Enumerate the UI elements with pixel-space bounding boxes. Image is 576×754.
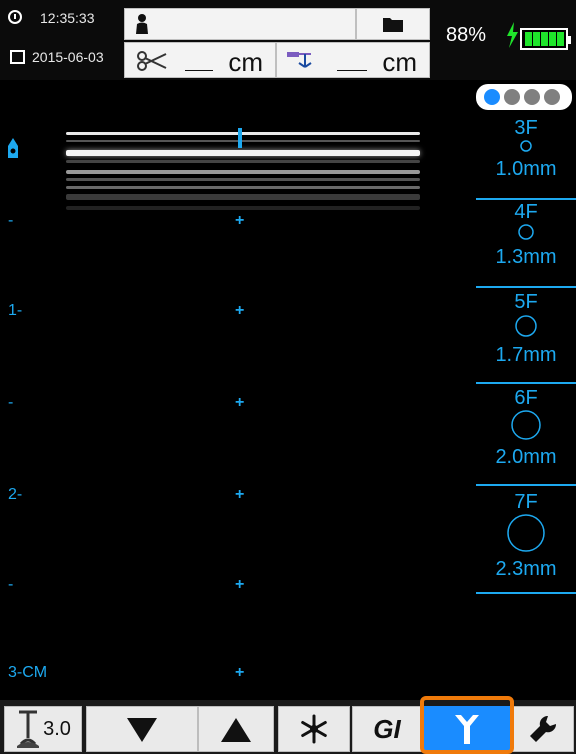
folder-button[interactable]: [356, 8, 430, 40]
center-marker: +: [235, 664, 245, 681]
gauge-size: 3F: [514, 117, 538, 139]
gauge-item-7f[interactable]: 7F 2.3mm: [476, 492, 576, 596]
battery-percent: 88%: [446, 24, 487, 46]
triangle-down-icon: [127, 718, 157, 742]
page-dot-active: [484, 89, 500, 105]
status-bar: 12:35:33 2015-06-03 cm cm 88%: [0, 0, 576, 80]
depth-tick: -: [8, 576, 14, 593]
focus-marker-icon[interactable]: [6, 138, 20, 160]
measure-depth-field[interactable]: cm: [276, 42, 430, 78]
center-marker: +: [235, 394, 245, 411]
gauge-item-6f[interactable]: 6F 2.0mm: [476, 388, 576, 488]
gauge-size: 4F: [514, 201, 538, 223]
scissors-icon: [137, 51, 167, 71]
ultrasound-image[interactable]: [0, 80, 470, 700]
gauge-diameter: 1.7mm: [495, 344, 557, 366]
gauge-diameter: 1.0mm: [495, 158, 557, 180]
page-dot: [544, 89, 560, 105]
depth-tick: -: [8, 394, 14, 411]
date-display: 2015-06-03: [32, 49, 104, 65]
triangle-up-icon: [221, 718, 251, 742]
frequency-button[interactable]: 3.0: [4, 706, 82, 752]
charging-icon: [507, 22, 518, 48]
gauge-size: 5F: [514, 291, 538, 313]
gauge-size: 7F: [514, 491, 538, 513]
circle-icon: [511, 410, 541, 440]
time-display: 12:35:33: [40, 10, 95, 26]
snowflake-icon: [301, 714, 327, 744]
patient-button[interactable]: [124, 8, 356, 40]
measure-distance-field[interactable]: cm: [124, 42, 276, 78]
circle-icon: [515, 315, 537, 337]
folder-icon: [383, 18, 403, 32]
gauge-diameter: 2.3mm: [495, 558, 557, 580]
settings-button[interactable]: [512, 706, 574, 752]
gi-mode-button[interactable]: GI: [352, 706, 422, 752]
gi-label: GI: [373, 713, 401, 744]
depth-label: 1-: [8, 302, 23, 319]
gauge-item-5f[interactable]: 5F 1.7mm: [476, 292, 576, 386]
unit-label: cm: [382, 47, 417, 77]
freeze-button[interactable]: [278, 706, 350, 752]
depth-tick: -: [8, 212, 14, 229]
calendar-icon: [10, 50, 25, 64]
circle-icon: [507, 514, 545, 552]
center-marker: +: [235, 486, 245, 503]
probe-icon: [17, 710, 40, 748]
center-line-marker: [238, 128, 242, 148]
depth-label: 2-: [8, 486, 23, 503]
gauge-diameter: 1.3mm: [495, 246, 557, 268]
wrench-icon: [530, 715, 557, 742]
needle-insert-icon: [287, 52, 312, 68]
circle-icon: [520, 140, 532, 152]
gauge-item-4f[interactable]: 4F 1.3mm: [476, 202, 576, 290]
clock-icon: [8, 10, 22, 24]
gauge-diameter: 2.0mm: [495, 446, 557, 468]
center-marker: +: [235, 302, 245, 319]
page-dot: [524, 89, 540, 105]
page-dot: [504, 89, 520, 105]
center-marker: +: [235, 576, 245, 593]
depth-down-button[interactable]: [86, 706, 198, 752]
patient-icon: [136, 14, 148, 34]
frequency-value: 3.0: [43, 717, 71, 740]
gauge-item-3f[interactable]: 3F 1.0mm: [476, 118, 576, 202]
gauge-size: 6F: [514, 387, 538, 409]
center-marker: +: [235, 212, 245, 229]
circle-icon: [518, 224, 534, 240]
battery-icon: [520, 28, 571, 50]
depth-up-button[interactable]: [198, 706, 274, 752]
selection-highlight: [420, 696, 514, 754]
depth-label: 3-CM: [8, 664, 48, 681]
unit-label: cm: [228, 47, 263, 77]
page-indicator[interactable]: [476, 84, 572, 110]
